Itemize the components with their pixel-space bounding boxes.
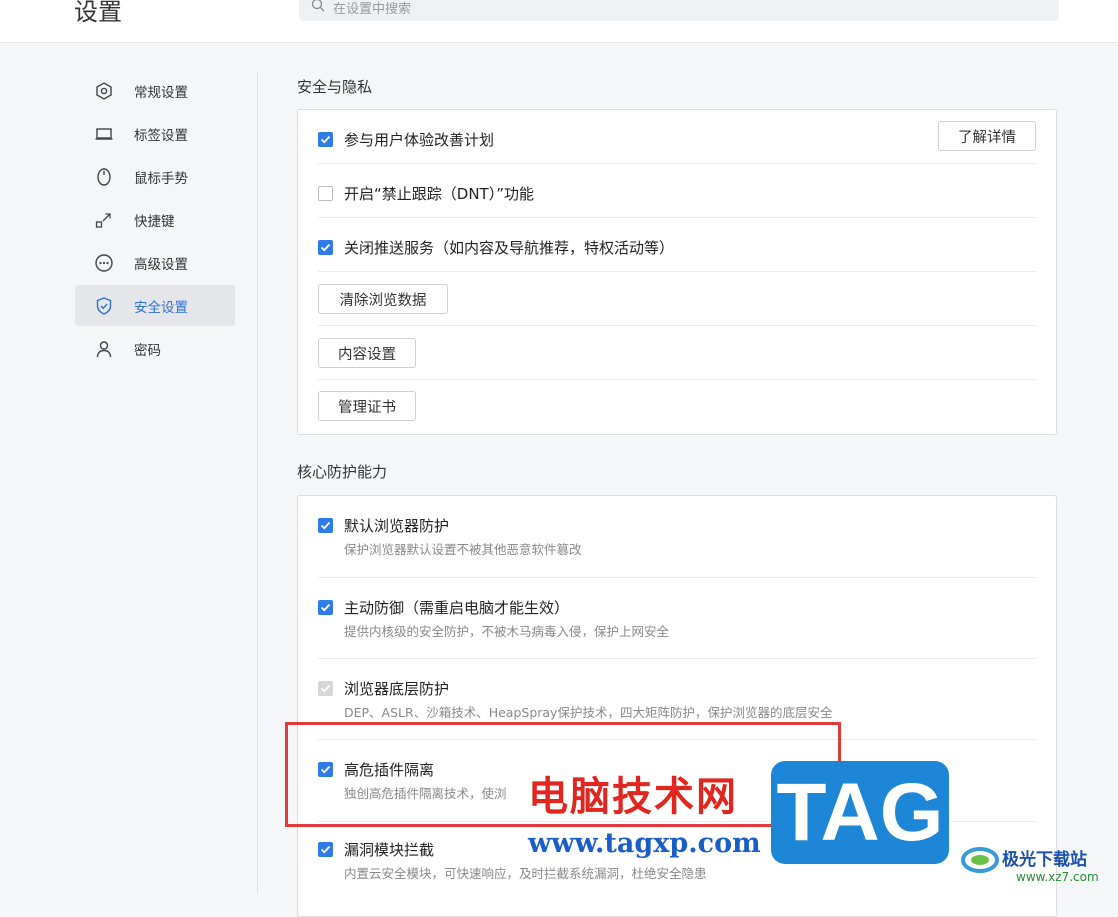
row-active-defense: 主动防御（需重启电脑才能生效） 提供内核级的安全防护，不被木马病毒入侵，保护上网… <box>318 578 1036 659</box>
ux-program-label: 参与用户体验改善计划 <box>344 131 495 149</box>
push-off-label: 关闭推送服务（如内容及导航推荐，特权活动等） <box>344 239 675 257</box>
row-manage-certs: 管理证书 <box>318 380 1036 433</box>
search-icon <box>311 0 325 12</box>
sidebar-item-label: 鼠标手势 <box>134 170 188 187</box>
default-browser-protection-checkbox[interactable] <box>318 518 333 533</box>
sidebar-item-mouse-gestures[interactable]: 鼠标手势 <box>75 156 235 197</box>
sidebar-item-password[interactable]: 密码 <box>75 328 235 369</box>
header: 设置 <box>0 0 1118 43</box>
sidebar-divider <box>257 72 258 894</box>
mouse-icon <box>97 168 111 186</box>
row-push-off: 关闭推送服务（如内容及导航推荐，特权活动等） <box>318 218 1036 272</box>
vuln-module-block-desc: 内置云安全模块，可快速响应，及时拦截系统漏洞，杜绝安全隐患 <box>344 866 707 881</box>
search-box[interactable] <box>299 0 1059 21</box>
learn-more-button[interactable]: 了解详情 <box>938 121 1036 151</box>
check-icon <box>320 845 331 854</box>
vuln-module-block-checkbox[interactable] <box>318 842 333 857</box>
row-clear-data: 清除浏览数据 <box>318 272 1036 326</box>
sidebar-item-tabs[interactable]: 标签设置 <box>75 113 235 154</box>
active-defense-label: 主动防御（需重启电脑才能生效） <box>344 599 570 617</box>
active-defense-desc: 提供内核级的安全防护，不被木马病毒入侵，保护上网安全 <box>344 624 670 639</box>
section-title-core: 核心防护能力 <box>297 463 388 481</box>
clear-browsing-data-button[interactable]: 清除浏览数据 <box>318 284 448 314</box>
check-icon <box>320 603 331 612</box>
push-off-checkbox[interactable] <box>318 240 333 255</box>
sidebar-item-label: 标签设置 <box>134 127 188 144</box>
watermark-brand-url: www.tagxp.com <box>528 828 761 859</box>
row-default-browser-protection: 默认浏览器防护 保护浏览器默认设置不被其他恶意软件篡改 <box>318 496 1036 578</box>
sidebar-item-label: 常规设置 <box>134 84 188 101</box>
search-input[interactable] <box>333 0 1033 18</box>
privacy-card: 参与用户体验改善计划 了解详情 开启“禁止跟踪（DNT）”功能 关闭推送服务（如… <box>297 109 1057 435</box>
laptop-icon <box>95 128 113 140</box>
sidebar: 常规设置 标签设置 鼠标手势 快捷键 高级设置 安全设置 密码 <box>75 70 235 371</box>
tag-logo: TAG <box>771 761 949 864</box>
sidebar-item-label: 快捷键 <box>134 213 175 230</box>
low-level-protection-checkbox <box>318 681 333 696</box>
check-icon <box>320 521 331 530</box>
shield-check-icon <box>96 297 112 315</box>
shortcut-arrow-icon <box>95 213 111 228</box>
sidebar-item-label: 高级设置 <box>134 256 188 273</box>
watermark-site-url: www.xz7.com <box>1016 870 1099 884</box>
manage-certificates-button[interactable]: 管理证书 <box>318 391 416 421</box>
check-icon <box>320 684 331 693</box>
more-dots-icon <box>95 254 113 272</box>
sidebar-item-general[interactable]: 常规设置 <box>75 70 235 111</box>
default-browser-protection-desc: 保护浏览器默认设置不被其他恶意软件篡改 <box>344 542 582 557</box>
person-icon <box>96 341 112 358</box>
content-settings-button[interactable]: 内容设置 <box>318 338 416 368</box>
row-dnt: 开启“禁止跟踪（DNT）”功能 <box>318 164 1036 218</box>
low-level-protection-desc: DEP、ASLR、沙箱技术、HeapSpray保护技术，四大矩阵防护，保护浏览器… <box>344 705 833 720</box>
sidebar-item-advanced[interactable]: 高级设置 <box>75 242 235 283</box>
row-ux-program: 参与用户体验改善计划 了解详情 <box>318 110 1036 164</box>
dnt-checkbox[interactable] <box>318 186 333 201</box>
row-content-settings: 内容设置 <box>318 326 1036 380</box>
watermark-site-name: 极光下载站 <box>1002 850 1087 870</box>
sidebar-item-shortcuts[interactable]: 快捷键 <box>75 199 235 240</box>
check-icon <box>320 135 331 144</box>
dnt-label: 开启“禁止跟踪（DNT）”功能 <box>344 185 534 203</box>
page-title: 设置 <box>74 0 122 26</box>
default-browser-protection-label: 默认浏览器防护 <box>344 517 450 535</box>
sidebar-item-label: 安全设置 <box>134 299 188 316</box>
vuln-module-block-label: 漏洞模块拦截 <box>344 841 435 859</box>
sidebar-item-security[interactable]: 安全设置 <box>75 285 235 326</box>
sidebar-item-label: 密码 <box>134 342 161 359</box>
active-defense-checkbox[interactable] <box>318 600 333 615</box>
check-icon <box>320 243 331 252</box>
section-title-privacy: 安全与隐私 <box>297 78 373 96</box>
low-level-protection-label: 浏览器底层防护 <box>344 680 450 698</box>
watermark-brand-text: 电脑技术网 <box>528 774 738 820</box>
ux-program-checkbox[interactable] <box>318 132 333 147</box>
hexagon-gear-icon <box>96 82 112 100</box>
